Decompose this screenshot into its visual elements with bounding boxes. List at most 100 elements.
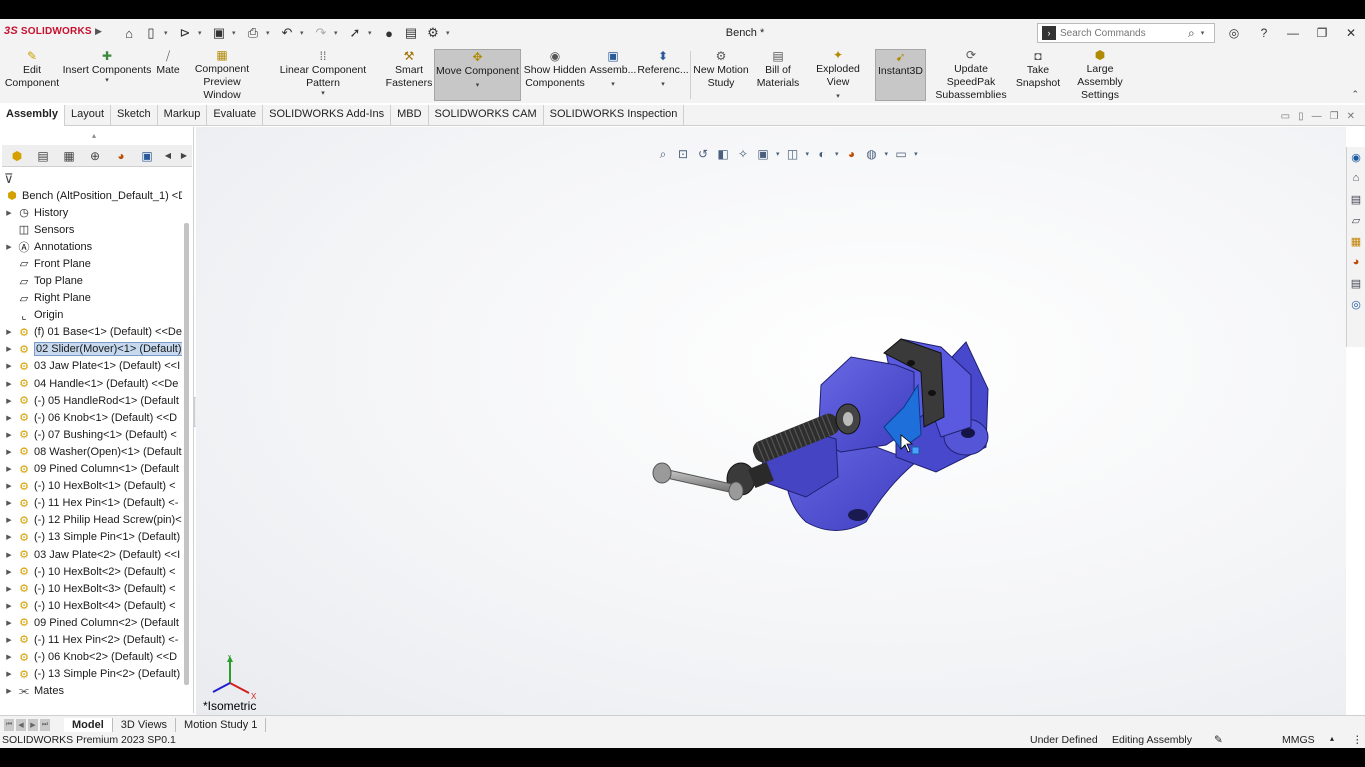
tree-item-right-plane[interactable]: ▱ Right Plane bbox=[0, 290, 182, 307]
solidworks-logo[interactable]: 3S SOLIDWORKS bbox=[4, 25, 92, 37]
display-manager-tab-icon[interactable]: ◕ bbox=[112, 148, 130, 164]
open-folder-icon[interactable]: ⊳ bbox=[176, 24, 194, 42]
unit-system-selector[interactable]: MMGS bbox=[1282, 734, 1315, 746]
hide-show-dropdown-icon[interactable]: ▾ bbox=[835, 150, 839, 158]
exploded-view-dropdown-icon[interactable]: ▾ bbox=[836, 93, 840, 101]
expand-arrow-icon[interactable]: ▶ bbox=[4, 653, 14, 661]
instant3d-button[interactable]: ➹ Instant3D bbox=[875, 49, 926, 101]
bench-vise-model[interactable] bbox=[196, 127, 1346, 715]
bill-of-materials-button[interactable]: ▤ Bill of Materials bbox=[754, 49, 802, 101]
tabs-scroll-left-icon[interactable]: ◀ bbox=[164, 148, 172, 164]
tab-solidworks-add-ins[interactable]: SOLIDWORKS Add-Ins bbox=[263, 105, 392, 126]
expand-arrow-icon[interactable]: ▶ bbox=[4, 516, 14, 524]
tab-layout[interactable]: Layout bbox=[65, 105, 112, 126]
expand-arrow-icon[interactable]: ▶ bbox=[4, 380, 14, 388]
view-orientation-icon[interactable]: ▣ bbox=[756, 147, 770, 161]
expand-arrow-icon[interactable]: ▶ bbox=[4, 397, 14, 405]
show-hidden-components-button[interactable]: ◉ Show Hidden Components bbox=[523, 49, 587, 101]
filter-icon[interactable]: ⊽ bbox=[4, 171, 14, 187]
component-preview-window-button[interactable]: ▦ Component Preview Window bbox=[184, 49, 260, 102]
tab-assembly[interactable]: Assembly bbox=[0, 105, 65, 126]
tree-item-component[interactable]: ▶ ⚙ 09 Pined Column<2> (Default bbox=[0, 614, 182, 631]
dynamic-annotation-icon[interactable]: ✧ bbox=[736, 147, 750, 161]
previous-view-icon[interactable]: ↺ bbox=[696, 147, 710, 161]
select-cursor-icon[interactable]: ➚ bbox=[346, 24, 364, 42]
graphics-area[interactable] bbox=[196, 127, 1346, 715]
collapse-ribbon-icon[interactable]: ⌃ bbox=[1351, 89, 1359, 100]
expand-arrow-icon[interactable]: ▶ bbox=[4, 465, 14, 473]
units-dropdown-icon[interactable]: ▴ bbox=[1330, 734, 1334, 743]
viewport-tile-icon[interactable]: ▭ bbox=[1281, 111, 1290, 122]
tree-item-component[interactable]: ▶ ⚙ 09 Pined Column<1> (Default bbox=[0, 461, 182, 478]
restore-window-icon[interactable]: ❐ bbox=[1312, 24, 1332, 42]
viewport-restore-icon[interactable]: ❐ bbox=[1330, 111, 1339, 122]
viewport-minimize-icon[interactable]: — bbox=[1312, 111, 1322, 122]
edit-appearance-icon[interactable]: ◕ bbox=[845, 147, 859, 161]
new-document-icon[interactable]: ▯ bbox=[142, 24, 160, 42]
search-icon[interactable]: ⌕ bbox=[1188, 26, 1195, 41]
tree-item-front-plane[interactable]: ▱ Front Plane bbox=[0, 255, 182, 272]
status-bar-options-icon[interactable]: ⋮ bbox=[1352, 734, 1363, 746]
print-dropdown-icon[interactable]: ▾ bbox=[266, 29, 274, 37]
appearances-icon[interactable]: ◕ bbox=[1348, 254, 1364, 270]
user-account-icon[interactable]: ◎ bbox=[1224, 24, 1244, 42]
rebuild-icon[interactable]: ● bbox=[380, 24, 398, 42]
tree-item-component[interactable]: ▶ ⚙ (-) 05 HandleRod<1> (Default bbox=[0, 392, 182, 409]
help-icon[interactable]: ? bbox=[1254, 24, 1274, 42]
tree-item-component[interactable]: ▶ ⚙ (-) 10 HexBolt<4> (Default) < bbox=[0, 597, 182, 614]
home-icon[interactable]: ⌂ bbox=[1348, 170, 1364, 186]
expand-arrow-icon[interactable]: ▶ bbox=[4, 551, 14, 559]
minimize-icon[interactable]: — bbox=[1283, 24, 1303, 42]
custom-properties-icon[interactable]: ▤ bbox=[1348, 275, 1364, 291]
home-icon[interactable]: ⌂ bbox=[120, 24, 138, 42]
options-dropdown-icon[interactable]: ▾ bbox=[446, 29, 454, 37]
undo-icon[interactable]: ↶ bbox=[278, 24, 296, 42]
tree-item-top-plane[interactable]: ▱ Top Plane bbox=[0, 272, 182, 289]
expand-arrow-icon[interactable]: ▶ bbox=[4, 431, 14, 439]
tree-vertical-scrollbar[interactable] bbox=[184, 223, 189, 685]
linear-pattern-dropdown-icon[interactable]: ▾ bbox=[321, 90, 325, 98]
smart-fasteners-button[interactable]: ⚒ Smart Fasteners bbox=[386, 49, 433, 101]
display-style-dropdown-icon[interactable]: ▾ bbox=[806, 150, 810, 158]
tab-mbd[interactable]: MBD bbox=[391, 105, 429, 126]
expand-arrow-icon[interactable]: ▶ bbox=[4, 687, 14, 695]
file-explorer-icon[interactable]: ▱ bbox=[1348, 212, 1364, 228]
expand-arrow-icon[interactable]: ▶ bbox=[4, 533, 14, 541]
tab-solidworks-cam[interactable]: SOLIDWORKS CAM bbox=[429, 105, 544, 126]
tree-item-component[interactable]: ▶ ⚙ (f) 01 Base<1> (Default) <<De bbox=[0, 324, 182, 341]
insert-components-dropdown-icon[interactable]: ▾ bbox=[105, 77, 109, 85]
section-view-icon[interactable]: ◧ bbox=[716, 147, 730, 161]
expand-arrow-icon[interactable]: ▶ bbox=[4, 414, 14, 422]
tree-item-origin[interactable]: ⌞ Origin bbox=[0, 307, 182, 324]
save-dropdown-icon[interactable]: ▾ bbox=[232, 29, 240, 37]
undo-dropdown-icon[interactable]: ▾ bbox=[300, 29, 308, 37]
hide-show-items-icon[interactable]: ◐ bbox=[815, 147, 829, 161]
last-tab-icon[interactable]: ⏭ bbox=[40, 718, 50, 731]
tree-item-mates[interactable]: ▶ ⫘ Mates bbox=[0, 683, 182, 700]
tree-item-component[interactable]: ▶ ⚙ (-) 10 HexBolt<1> (Default) < bbox=[0, 478, 182, 495]
exploded-view-button[interactable]: ✦ Exploded View ▾ bbox=[805, 49, 871, 101]
tree-item-component[interactable]: ▶ ⚙ (-) 12 Philip Head Screw(pin)< bbox=[0, 512, 182, 529]
feature-manager-tab-icon[interactable]: ⬢ bbox=[8, 148, 26, 164]
expand-arrow-icon[interactable]: ▶ bbox=[4, 585, 14, 593]
tree-item-component[interactable]: ▶ ⚙ 03 Jaw Plate<2> (Default) <<I bbox=[0, 546, 182, 563]
expand-arrow-icon[interactable]: ▶ bbox=[4, 619, 14, 627]
apply-scene-dropdown-icon[interactable]: ▾ bbox=[885, 150, 889, 158]
tree-item-component[interactable]: ▶ ⚙ (-) 07 Bushing<1> (Default) < bbox=[0, 426, 182, 443]
design-library-icon[interactable]: ▤ bbox=[1348, 191, 1364, 207]
tree-item-component[interactable]: ▶ ⚙ (-) 13 Simple Pin<2> (Default) bbox=[0, 666, 182, 683]
tab-model[interactable]: Model bbox=[64, 717, 113, 732]
expand-arrow-icon[interactable]: ▶ bbox=[4, 636, 14, 644]
zoom-to-area-icon[interactable]: ⊡ bbox=[676, 147, 690, 161]
view-settings-icon[interactable]: ▭ bbox=[894, 147, 908, 161]
tree-root-assembly[interactable]: ⬢ Bench (AltPosition_Default_1) <Di bbox=[0, 187, 182, 204]
tree-item-component[interactable]: ▶ ⚙ (-) 06 Knob<2> (Default) <<D bbox=[0, 649, 182, 666]
expand-arrow-icon[interactable]: ▶ bbox=[4, 602, 14, 610]
rebuild-status-icon[interactable]: ✎ bbox=[1214, 734, 1223, 746]
cam-tab-icon[interactable]: ▣ bbox=[138, 148, 156, 164]
expand-arrow-icon[interactable]: ▶ bbox=[4, 670, 14, 678]
tree-item-component[interactable]: ▶ ⚙ (-) 10 HexBolt<2> (Default) < bbox=[0, 563, 182, 580]
move-component-button[interactable]: ✥ Move Component ▾ bbox=[434, 49, 521, 101]
options-gear-icon[interactable]: ⚙ bbox=[424, 24, 442, 42]
move-component-dropdown-icon[interactable]: ▾ bbox=[476, 82, 480, 90]
